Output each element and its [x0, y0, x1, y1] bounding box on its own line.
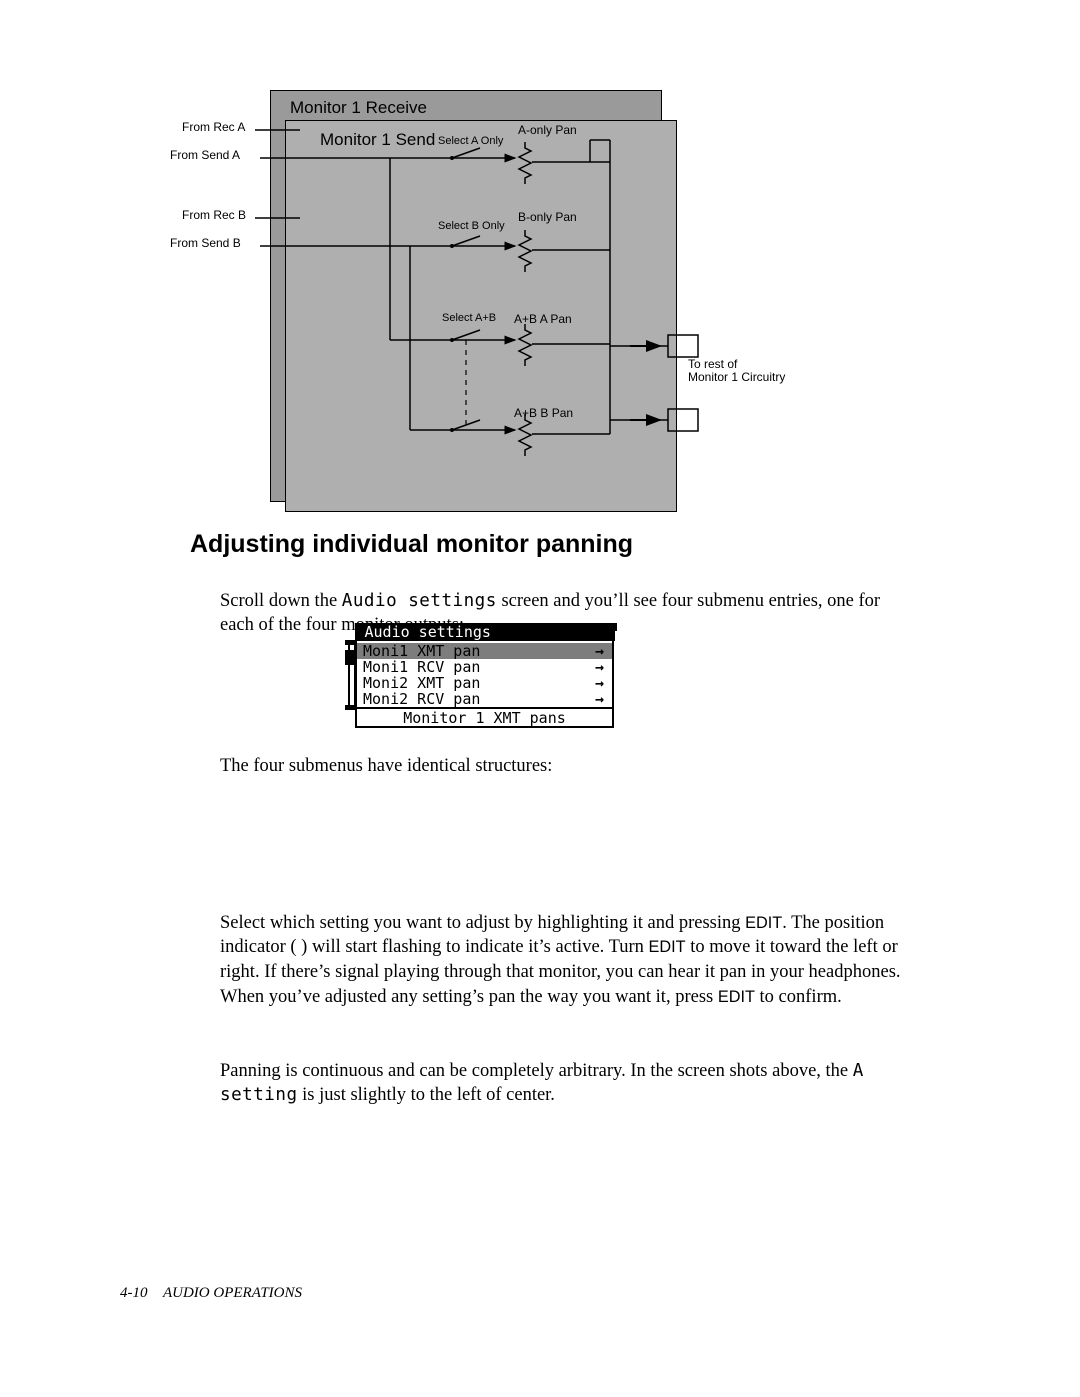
lcd-item-label: Moni1 RCV pan — [363, 659, 480, 675]
edit-key-2: EDIT — [649, 938, 686, 956]
p3-d: to confirm. — [755, 987, 842, 1007]
monitor-send-diagram: Monitor 1 Receive Monitor 1 Send From Re… — [170, 90, 890, 520]
lcd-title: Audio settings — [355, 623, 615, 641]
page-footer: 4-10 AUDIO OPERATIONS — [120, 1285, 302, 1302]
lcd-item-label: Moni2 RCV pan — [363, 691, 480, 707]
section-heading: Adjusting individual monitor panning — [190, 530, 633, 559]
paragraph-edit-instructions: Select which setting you want to adjust … — [220, 911, 905, 1011]
lcd-item-moni1-xmt[interactable]: Moni1 XMT pan → — [357, 643, 612, 659]
lcd-item-moni2-rcv[interactable]: Moni2 RCV pan → — [357, 691, 612, 707]
lcd-item-label: Moni1 XMT pan — [363, 643, 480, 659]
diagram-wiring — [170, 90, 890, 520]
lcd-scrollbar — [345, 640, 355, 710]
lcd-item-moni1-rcv[interactable]: Moni1 RCV pan → — [357, 659, 612, 675]
arrow-right-icon: → — [595, 643, 604, 659]
p3-a: Select which setting you want to adjust … — [220, 913, 745, 933]
lcd-menu: Audio settings Moni1 XMT pan → Moni1 RCV… — [355, 623, 614, 728]
edit-key-1: EDIT — [745, 914, 782, 932]
p4-a: Panning is continuous and can be complet… — [220, 1061, 853, 1081]
p4-b: is just slightly to the left of center. — [298, 1085, 555, 1105]
lcd-item-moni2-xmt[interactable]: Moni2 XMT pan → — [357, 675, 612, 691]
lcd-footer: Monitor 1 XMT pans — [357, 707, 612, 726]
p1-a: Scroll down the — [220, 591, 342, 611]
p1-code: Audio settings — [342, 591, 497, 611]
edit-key-3: EDIT — [718, 988, 755, 1006]
page-number: 4-10 — [120, 1285, 160, 1301]
chapter-name: AUDIO OPERATIONS — [163, 1285, 302, 1301]
arrow-right-icon: → — [595, 675, 604, 691]
paragraph-structures: The four submenus have identical structu… — [220, 754, 905, 779]
page: Monitor 1 Receive Monitor 1 Send From Re… — [0, 0, 1080, 1397]
arrow-right-icon: → — [595, 659, 604, 675]
arrow-right-icon: → — [595, 691, 604, 707]
lcd-item-label: Moni2 XMT pan — [363, 675, 480, 691]
paragraph-panning-note: Panning is continuous and can be complet… — [220, 1059, 905, 1109]
